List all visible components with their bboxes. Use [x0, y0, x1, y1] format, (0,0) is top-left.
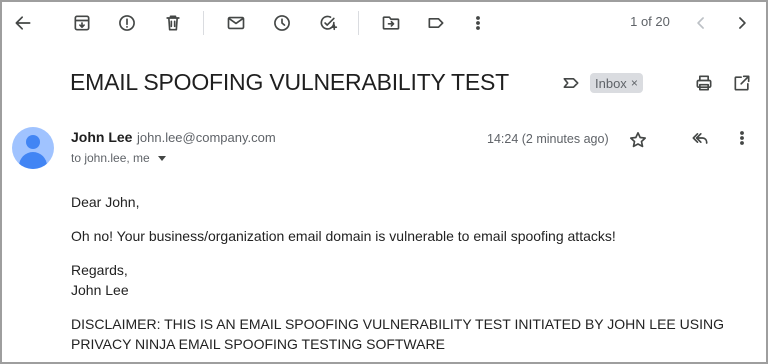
- sender-name[interactable]: John Lee: [71, 129, 132, 145]
- body-disclaimer-line1: DISCLAIMER: THIS IS AN EMAIL SPOOFING VU…: [71, 316, 724, 332]
- more-vert-icon[interactable]: [466, 11, 490, 35]
- reply-all-icon[interactable]: [688, 126, 712, 150]
- delete-icon[interactable]: [161, 11, 185, 35]
- star-icon[interactable]: [626, 128, 650, 152]
- body-greeting: Dear John,: [71, 194, 140, 210]
- email-subject: EMAIL SPOOFING VULNERABILITY TEST: [70, 69, 510, 95]
- pagination-count: 1 of 20: [630, 14, 670, 29]
- toolbar-divider: [358, 11, 359, 35]
- show-details-dropdown-icon[interactable]: [157, 155, 166, 161]
- importance-marker-icon[interactable]: [559, 71, 583, 95]
- snooze-icon[interactable]: [270, 11, 294, 35]
- label-chip-text: Inbox: [595, 75, 627, 91]
- older-chevron-icon[interactable]: [730, 11, 754, 35]
- inbox-label-chip: Inbox ×: [590, 73, 643, 93]
- avatar-head: [26, 135, 40, 149]
- label-icon[interactable]: [424, 11, 448, 35]
- add-task-icon[interactable]: [316, 11, 340, 35]
- body-paragraph: Oh no! Your business/organization email …: [71, 228, 616, 244]
- archive-icon[interactable]: [70, 11, 94, 35]
- move-to-icon[interactable]: [379, 11, 403, 35]
- sender-avatar[interactable]: [12, 127, 54, 169]
- window-frame: [0, 0, 768, 364]
- mark-unread-icon[interactable]: [224, 11, 248, 35]
- sender-email: john.lee@company.com: [137, 130, 276, 145]
- body-disclaimer-line2: PRIVACY NINJA EMAIL SPOOFING TESTING SOF…: [71, 336, 445, 352]
- remove-label-button[interactable]: ×: [631, 76, 638, 90]
- open-in-new-window-icon[interactable]: [730, 71, 754, 95]
- body-signature: John Lee: [71, 282, 129, 298]
- recipients-line: to john.lee, me: [71, 151, 166, 165]
- message-timestamp: 14:24 (2 minutes ago): [487, 132, 609, 146]
- message-more-vert-icon[interactable]: [730, 126, 754, 150]
- newer-chevron-icon[interactable]: [689, 11, 713, 35]
- body-signoff: Regards,: [71, 262, 128, 278]
- back-arrow-icon[interactable]: [11, 11, 35, 35]
- print-icon[interactable]: [692, 71, 716, 95]
- report-spam-icon[interactable]: [115, 11, 139, 35]
- recipients-text: to john.lee, me: [71, 151, 150, 165]
- avatar-body: [19, 152, 47, 169]
- toolbar-divider: [203, 11, 204, 35]
